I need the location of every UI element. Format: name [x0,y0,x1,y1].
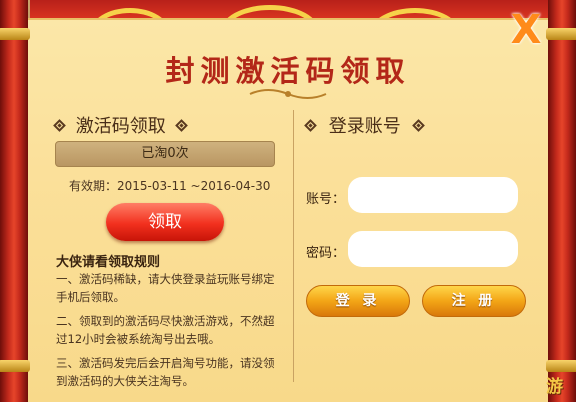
login-button[interactable]: 登 录 [306,285,410,317]
password-input[interactable] [348,231,518,267]
claim-button[interactable]: 领取 [106,203,224,241]
validity-period: 有效期：2015-03-11 ~2016-04-30 [69,179,271,193]
game-logo: 游 [546,377,563,397]
rules-list: 一、激活码稀缺，请大侠登录益玩账号绑定手机后领取。 二、领取到的激活码尽快激活游… [56,270,281,396]
account-input[interactable] [348,177,518,213]
title-ornament-icon [249,89,327,99]
claimed-count-status: 已淘0次 [55,141,275,167]
rule-item: 二、领取到的激活码尽快激活游戏，不然超过12小时会被系统淘号出去哦。 [56,314,275,346]
diamond-icon [175,118,189,132]
register-button[interactable]: 注 册 [422,285,526,317]
claim-section-label: 激活码领取 [75,116,166,137]
login-section-heading: 登录账号 [304,112,426,138]
rule-item: 一、激活码稀缺，请大侠登录益玩账号绑定手机后领取。 [56,272,275,304]
diamond-icon [53,118,66,132]
claim-section-heading: 激活码领取 [53,112,189,138]
game-background: X 封测激活码领取 激活码领取 已淘0次 有效期：2015-03-11 ~201… [0,0,576,402]
column-divider [293,110,294,382]
login-section-label: 登录账号 [328,116,401,137]
close-icon[interactable]: X [505,10,547,50]
diamond-icon [412,118,426,132]
rules-title: 大侠请看领取规则 [56,255,161,270]
account-label: 账号： [306,192,346,207]
password-label: 密码： [306,246,346,261]
diamond-icon [304,118,317,132]
dialog-title: 封测激活码领取 [165,54,411,88]
rule-item: 三、激活码发完后会开启淘号功能，请没领到激活码的大侠关注淘号。 [56,356,275,388]
